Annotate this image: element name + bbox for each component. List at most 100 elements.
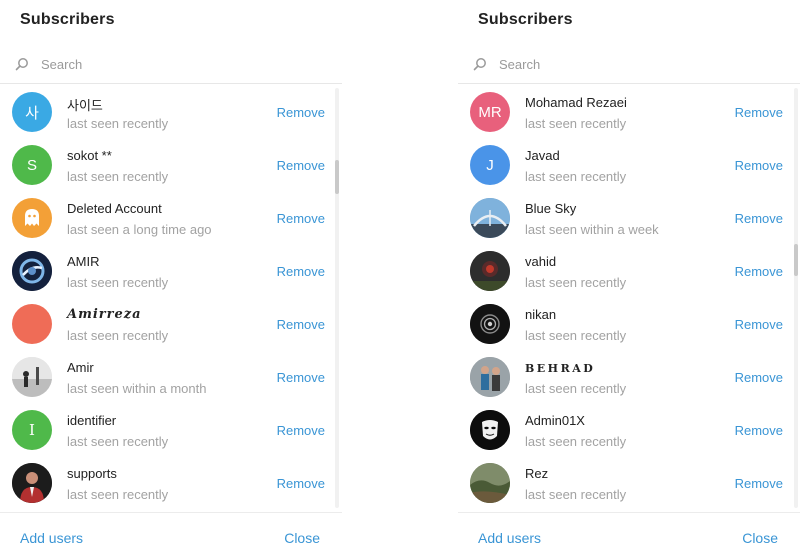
- list-item[interactable]: J Javad last seen recently Remove: [458, 139, 800, 192]
- list-item[interactable]: Amirreza last seen recently Remove: [0, 298, 342, 351]
- list-item[interactable]: Deleted Account last seen a long time ag…: [0, 192, 342, 245]
- subscriber-name: vahid: [525, 254, 557, 269]
- avatar: [12, 304, 52, 344]
- subscriber-name: BEHRAD: [525, 362, 596, 375]
- profile-photo: [470, 357, 510, 397]
- subscriber-status: last seen recently: [67, 275, 169, 290]
- subscriber-name: nikan: [525, 307, 557, 322]
- remove-button[interactable]: Remove: [277, 211, 325, 226]
- profile-photo: [470, 198, 510, 238]
- subscriber-name: supports: [67, 466, 117, 481]
- list-item[interactable]: Blue Sky last seen within a week Remove: [458, 192, 800, 245]
- avatar: I: [12, 410, 52, 450]
- close-button[interactable]: Close: [284, 530, 320, 546]
- subscriber-name: Blue Sky: [525, 201, 577, 216]
- remove-button[interactable]: Remove: [277, 264, 325, 279]
- subscriber-status: last seen recently: [67, 487, 169, 502]
- remove-button[interactable]: Remove: [277, 476, 325, 491]
- subscriber-status: last seen recently: [67, 328, 169, 343]
- remove-button[interactable]: Remove: [735, 476, 783, 491]
- list-item[interactable]: nikan last seen recently Remove: [458, 298, 800, 351]
- subscriber-name: Amirreza: [67, 307, 142, 322]
- avatar-initial: 사: [25, 104, 39, 122]
- profile-photo: [12, 357, 52, 397]
- subscriber-status: last seen recently: [67, 169, 169, 184]
- avatar: [12, 463, 52, 503]
- subscriber-name: sokot **: [67, 148, 112, 163]
- profile-photo: [470, 463, 510, 503]
- search-input[interactable]: [41, 54, 301, 74]
- remove-button[interactable]: Remove: [735, 211, 783, 226]
- subscriber-name: Rez: [525, 466, 549, 481]
- list-item[interactable]: Amir last seen within a month Remove: [0, 351, 342, 404]
- list-item[interactable]: Rez last seen recently Remove: [458, 457, 800, 510]
- search-bar: [458, 44, 800, 84]
- mask-icon: [470, 410, 510, 450]
- list-item[interactable]: MR Mohamad Rezaei last seen recently Rem…: [458, 86, 800, 139]
- remove-button[interactable]: Remove: [277, 370, 325, 385]
- subscriber-name: AMIR: [67, 254, 100, 269]
- subscriber-name: identifier: [67, 413, 117, 428]
- ghost-icon: [25, 209, 39, 226]
- subscriber-name: Admin01X: [525, 413, 585, 428]
- avatar: [12, 198, 52, 238]
- avatar-initial: S: [26, 156, 37, 174]
- list-item[interactable]: 사 사이드 last seen recently Remove: [0, 86, 342, 139]
- avatar: 사: [12, 92, 52, 132]
- search-bar: [0, 44, 342, 84]
- list-item[interactable]: AMIR last seen recently Remove: [0, 245, 342, 298]
- remove-button[interactable]: Remove: [277, 423, 325, 438]
- subscriber-status: last seen within a month: [67, 381, 207, 396]
- search-input[interactable]: [499, 54, 759, 74]
- remove-button[interactable]: Remove: [735, 105, 783, 120]
- subscriber-list: 사 사이드 last seen recently Remove S sokot …: [0, 86, 342, 512]
- panel-title: Subscribers: [20, 11, 115, 28]
- avatar: [470, 357, 510, 397]
- subscriber-status: last seen recently: [525, 381, 627, 396]
- avatar: [470, 410, 510, 450]
- subscriber-status: last seen recently: [525, 487, 627, 502]
- avatar: [12, 251, 52, 291]
- remove-button[interactable]: Remove: [735, 423, 783, 438]
- add-users-button[interactable]: Add users: [478, 530, 541, 546]
- profile-photo: [12, 463, 52, 503]
- avatar: S: [12, 145, 52, 185]
- profile-photo: [470, 251, 510, 291]
- add-users-button[interactable]: Add users: [20, 530, 83, 546]
- list-item[interactable]: I identifier last seen recently Remove: [0, 404, 342, 457]
- profile-photo: [12, 251, 52, 291]
- scrollbar[interactable]: [335, 88, 339, 508]
- list-item[interactable]: S sokot ** last seen recently Remove: [0, 139, 342, 192]
- list-item[interactable]: vahid last seen recently Remove: [458, 245, 800, 298]
- scrollbar-thumb[interactable]: [335, 160, 339, 194]
- subscriber-status: last seen recently: [525, 116, 627, 131]
- list-item[interactable]: BEHRAD last seen recently Remove: [458, 351, 800, 404]
- subscriber-list: MR Mohamad Rezaei last seen recently Rem…: [458, 86, 800, 512]
- panel-title: Subscribers: [478, 11, 573, 28]
- search-icon: [15, 58, 28, 71]
- remove-button[interactable]: Remove: [277, 317, 325, 332]
- subscriber-name: Mohamad Rezaei: [525, 95, 627, 110]
- remove-button[interactable]: Remove: [277, 105, 325, 120]
- subscriber-status: last seen recently: [525, 434, 627, 449]
- remove-button[interactable]: Remove: [735, 264, 783, 279]
- subscriber-status: last seen a long time ago: [67, 222, 212, 237]
- avatar: [470, 251, 510, 291]
- subscriber-status: last seen recently: [525, 275, 627, 290]
- scrollbar-thumb[interactable]: [794, 244, 798, 276]
- avatar: [12, 357, 52, 397]
- subscriber-name: Amir: [67, 360, 94, 375]
- remove-button[interactable]: Remove: [735, 158, 783, 173]
- close-button[interactable]: Close: [742, 530, 778, 546]
- dialog-footer: Add users Close: [0, 512, 342, 560]
- subscribers-panel-left: Subscribers 사 사이드 last seen recently Rem…: [0, 0, 342, 560]
- dialog-footer: Add users Close: [458, 512, 800, 560]
- remove-button[interactable]: Remove: [277, 158, 325, 173]
- list-item[interactable]: Admin01X last seen recently Remove: [458, 404, 800, 457]
- remove-button[interactable]: Remove: [735, 370, 783, 385]
- avatar-initial: I: [29, 421, 35, 439]
- scrollbar[interactable]: [794, 88, 798, 508]
- remove-button[interactable]: Remove: [735, 317, 783, 332]
- avatar: J: [470, 145, 510, 185]
- list-item[interactable]: supports last seen recently Remove: [0, 457, 342, 510]
